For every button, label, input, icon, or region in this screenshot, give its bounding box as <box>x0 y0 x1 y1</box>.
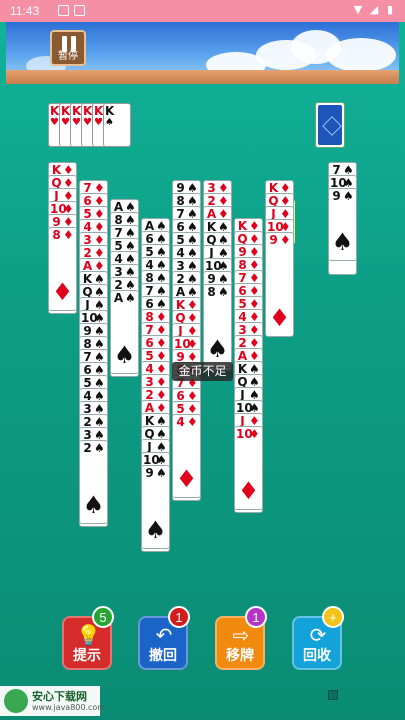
undo-icon: ↶ <box>155 623 173 647</box>
card-suit: ♠ <box>125 291 136 305</box>
card-rank: A <box>113 291 124 305</box>
foundation-rank: K <box>50 104 60 118</box>
foundation-rank: K <box>61 104 71 118</box>
pause-button[interactable]: 暂停 <box>50 30 86 66</box>
card-suit: ♦ <box>280 233 291 247</box>
status-time: 11:43 <box>10 4 40 18</box>
playing-card[interactable]: 4 ♦ ♦ <box>172 414 201 498</box>
count-badge: 5 <box>92 606 114 628</box>
card-big-suit: ♠ <box>206 335 229 363</box>
signal-icon: ◢ <box>369 3 379 16</box>
card-rank: 8 <box>52 228 61 242</box>
playing-card[interactable]: A ♠ ♠ <box>110 290 139 374</box>
card-big-suit: ♦ <box>237 477 260 505</box>
card-big-suit: ♠ <box>82 491 105 519</box>
card-rank: 9 <box>145 466 154 480</box>
count-badge: 1 <box>245 606 267 628</box>
playing-card[interactable]: 9 ♦ ♦ <box>265 232 294 337</box>
card-suit: ♠ <box>156 466 167 480</box>
foundation-suit: ♠ <box>105 117 114 128</box>
foundation-rank: K <box>72 104 82 118</box>
card-rank: 4 <box>176 415 185 429</box>
wifi-icon: ▼ <box>353 3 363 16</box>
playing-card[interactable]: 8 ♠ ♠ <box>203 284 232 368</box>
playing-card[interactable]: 9 ♠ ♠ <box>328 188 357 261</box>
foundation-suit: ♥ <box>94 117 103 128</box>
move-icon: ⇨ <box>232 623 250 647</box>
wood-bar <box>6 70 399 84</box>
count-badge: 1 <box>168 606 190 628</box>
foundation-rank: K <box>94 104 104 118</box>
card-suit: ♦ <box>249 427 260 441</box>
playing-card[interactable]: 9 ♠ ♠ <box>141 465 170 549</box>
card-rank: 9 <box>269 233 278 247</box>
watermark-logo <box>4 689 28 713</box>
card-suit: ♠ <box>218 285 229 299</box>
recycle-icon: ⟳ <box>309 623 327 647</box>
card-big-suit: ♦ <box>268 304 291 332</box>
nav-recent-button[interactable] <box>328 690 338 700</box>
foundation-rank: K <box>83 104 93 118</box>
action-label: 回收 <box>303 648 331 664</box>
foundation-suit: ♥ <box>72 117 81 128</box>
foundation-rank: K <box>105 104 115 118</box>
playing-card[interactable]: 10 ♦ ♦ <box>234 426 263 510</box>
card-suit: ♦ <box>63 228 74 242</box>
action-label: 提示 <box>73 648 101 664</box>
card-rank: 8 <box>207 285 216 299</box>
playing-card[interactable]: 8 ♦ ♦ <box>48 227 77 311</box>
pause-icon <box>62 36 76 52</box>
playing-card[interactable]: 2 ♠ ♠ <box>79 440 108 524</box>
bulb-icon: 💡 <box>76 623 101 647</box>
card-big-suit: ♦ <box>51 278 74 306</box>
card-big-suit: ♠ <box>144 516 167 544</box>
card-suit: ♠ <box>94 441 105 455</box>
pause-label: 暂停 <box>58 51 78 62</box>
card-big-suit: ♠ <box>331 228 354 256</box>
card-suit: ♦ <box>187 415 198 429</box>
watermark: 安心下载网 www.java800.com <box>0 686 105 716</box>
action-label: 撤回 <box>149 648 177 664</box>
cloud <box>326 38 396 72</box>
card-rank: 2 <box>83 441 92 455</box>
foundation-suit: ♥ <box>50 117 59 128</box>
foundation-card: K ♠ <box>103 103 131 147</box>
card-big-suit: ♦ <box>175 465 198 493</box>
stock-deck[interactable] <box>315 102 345 148</box>
card-big-suit: ♠ <box>113 341 136 369</box>
card-suit: ♠ <box>343 189 354 203</box>
status-bar: 11:43 ▼ ◢ ▮ <box>0 0 405 22</box>
count-badge: + <box>322 606 344 628</box>
toast-message: 金币不足 <box>172 362 233 381</box>
foundation-suit: ♥ <box>83 117 92 128</box>
foundation-suit: ♥ <box>61 117 70 128</box>
watermark-url: www.java800.com <box>32 703 106 712</box>
card-rank: 9 <box>332 189 341 203</box>
gallery-icon <box>74 5 85 16</box>
battery-icon: ▮ <box>386 3 394 16</box>
card-rank: 10 <box>236 427 253 441</box>
action-label: 移牌 <box>226 648 254 664</box>
watermark-title: 安心下载网 <box>32 690 87 703</box>
notification-icon <box>58 5 69 16</box>
